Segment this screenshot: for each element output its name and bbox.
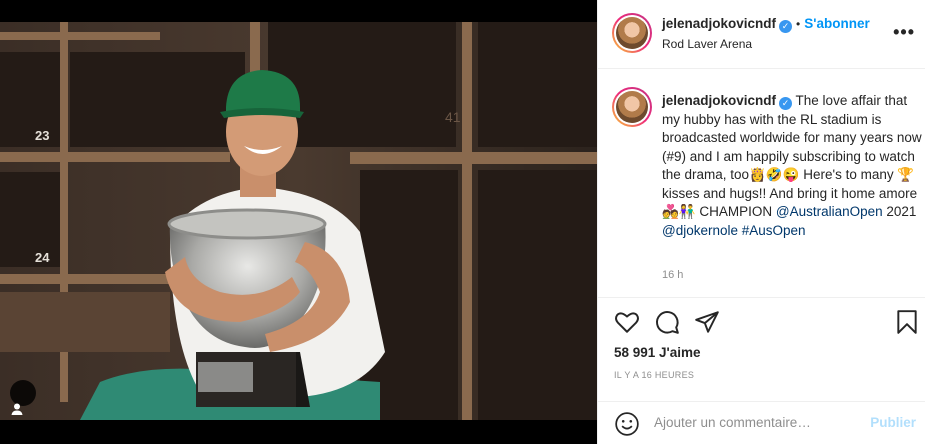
mention-australianopen[interactable]: @AustralianOpen [776,204,883,219]
post-details-panel: jelenadjokovicndf ✓ • S'abonner Rod Laver A… [597,0,925,444]
comment-input[interactable] [654,415,864,430]
author-avatar[interactable] [612,13,652,53]
locker-number-23: 23 [35,128,49,143]
follow-button[interactable]: S'abonner [804,16,869,31]
caption-author-avatar[interactable] [612,87,652,127]
smiley-icon[interactable] [614,411,640,437]
post-date[interactable]: IL Y A 16 HEURES [614,370,694,380]
bookmark-icon[interactable] [894,309,920,335]
author-username[interactable]: jelenadjokovicndf [662,16,776,31]
like-count[interactable]: 58 991 J'aime [614,345,701,360]
post-location[interactable]: Rod Laver Arena [662,37,752,51]
hashtag-ausopen[interactable]: #AusOpen [742,223,806,238]
separator-dot: • [796,17,801,31]
post-actions: 58 991 J'aime IL Y A 16 HEURES Publier [598,297,925,444]
verified-badge-icon: ✓ [779,97,793,110]
comment-bar: Publier [598,401,925,444]
caption-body-2: 2021 [882,204,917,219]
locker-number-41: 41 [445,109,461,125]
comment-bubble-icon[interactable] [654,309,680,335]
user-tag-icon[interactable] [10,380,36,415]
caption-username[interactable]: jelenadjokovicndf [662,93,776,108]
post-media[interactable]: 23 24 41 [0,0,597,444]
caption-time-ago[interactable]: 16 h [662,269,683,281]
caption-text: jelenadjokovicndf ✓ The love affair that … [662,92,922,240]
locker-number-24: 24 [35,250,50,265]
more-options-icon[interactable]: ••• [893,22,915,43]
paper-plane-icon[interactable] [694,309,720,335]
publish-button[interactable]: Publier [870,415,916,430]
post-photo[interactable]: 23 24 41 [0,22,597,420]
heart-icon[interactable] [614,309,640,335]
mention-djokernole[interactable]: @djokernole [662,223,738,238]
caption-body: The love affair that my hubby has with t… [662,93,922,219]
post-header: jelenadjokovicndf ✓ • S'abonner Rod Laver A… [598,0,925,69]
verified-badge-icon: ✓ [779,20,793,33]
